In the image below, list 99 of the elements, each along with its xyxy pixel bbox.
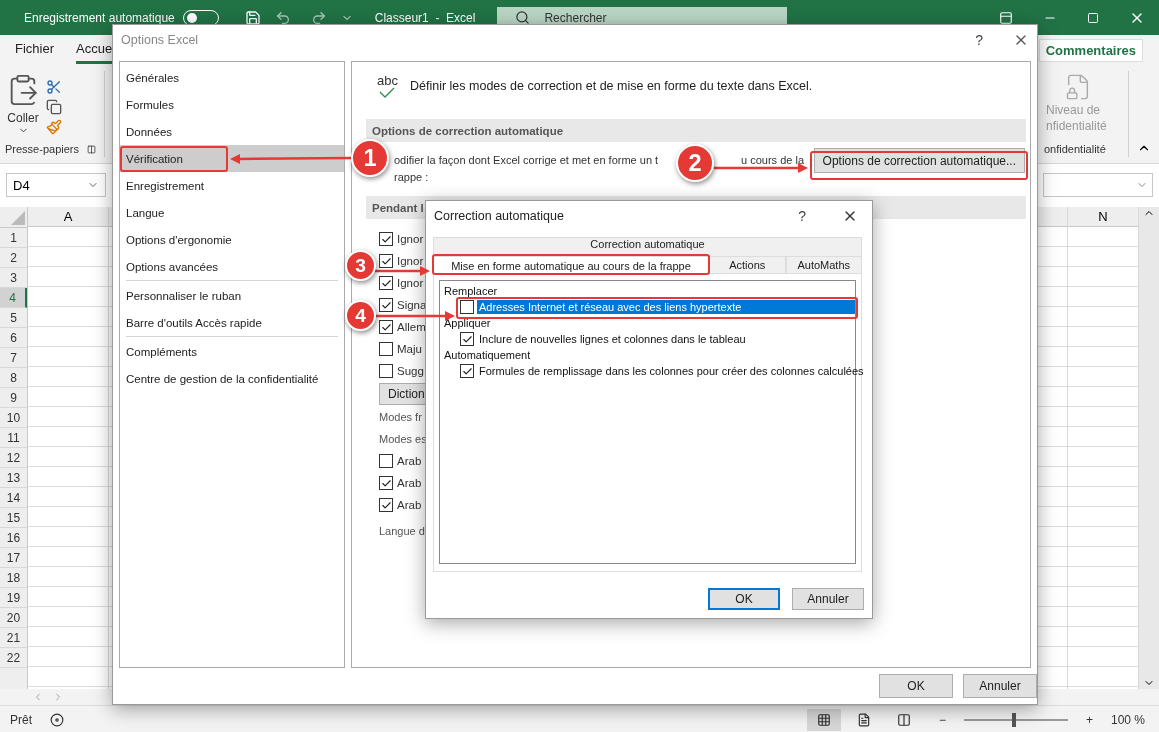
option-label: Langue d (379, 524, 426, 539)
name-box[interactable]: D4 (6, 173, 106, 197)
checkmark-icon (380, 499, 392, 511)
button-label: Niveau de (1046, 103, 1101, 117)
sidebar-item[interactable]: Centre de gestion de la confidentialité (120, 365, 344, 392)
checkbox[interactable] (379, 232, 393, 246)
checkmark-icon (380, 233, 392, 245)
checkbox-label: Arab (397, 499, 422, 511)
copy-icon[interactable] (46, 99, 62, 115)
option-label[interactable]: Formules de remplissage dans les colonnes pour créer des colonnes calculées (477, 364, 867, 378)
paste-button-label[interactable]: Coller (7, 111, 39, 125)
dialog-launcher-icon[interactable] (87, 144, 96, 154)
select-all-icon (11, 211, 25, 225)
option-label: Modes fr (379, 410, 423, 425)
dialog-button[interactable]: OK (879, 674, 953, 698)
sidebar-item[interactable]: Compléments (120, 338, 344, 365)
checkmark-icon (461, 365, 473, 377)
checkbox[interactable] (460, 332, 474, 346)
help-button[interactable]: ? (975, 32, 983, 48)
comments-button[interactable]: Commentaires (1038, 38, 1143, 62)
checkbox[interactable] (379, 498, 393, 512)
checkmark-icon (461, 333, 473, 345)
group-title: Remplacer (444, 284, 499, 299)
sidebar-item[interactable]: Formules (120, 91, 344, 118)
row-header[interactable]: 4 (0, 288, 27, 308)
checkbox[interactable] (379, 364, 393, 378)
dialog-button[interactable]: Annuler (792, 588, 864, 610)
macro-record-icon[interactable] (50, 712, 64, 727)
dialog-tab[interactable]: Correction automatique (433, 237, 862, 256)
option-label[interactable]: Inclure de nouvelles lignes et colonnes dans le tableau (477, 332, 749, 346)
description: odifier la façon dont Excel corrige et met en forme un t (394, 153, 659, 166)
option-label[interactable]: Adresses Internet et réseau avec des liens hypertexte (477, 300, 855, 314)
button-label: nfidentialité (1046, 119, 1107, 133)
checkbox[interactable] (379, 320, 393, 334)
dialog-title: Options Excel (121, 33, 199, 47)
zoom-level[interactable]: 100 % (1110, 712, 1145, 727)
status-text: Prêt (10, 712, 32, 727)
save-icon[interactable] (244, 9, 261, 26)
search-icon (515, 10, 531, 25)
redo-icon[interactable] (310, 9, 327, 26)
checkbox-label: Signa (397, 299, 427, 311)
sidebar-item[interactable]: Langue (120, 199, 344, 226)
checkmark-icon (380, 299, 392, 311)
column-header[interactable]: N (1068, 207, 1138, 227)
column-header[interactable]: A (28, 207, 108, 227)
slider-thumb[interactable] (1011, 712, 1016, 727)
pointer-arrow (375, 266, 430, 276)
sidebar-item[interactable]: Générales (120, 64, 344, 91)
cut-icon[interactable] (46, 79, 62, 95)
dialog-tab[interactable]: Actions (709, 256, 786, 274)
format-painter-icon[interactable] (46, 119, 62, 135)
checkbox-label: Ignor (397, 277, 424, 289)
checkbox-label: Arab (397, 477, 422, 489)
window-title: Classeur1 - Excel (374, 10, 476, 25)
dialog-button[interactable]: OK (708, 588, 780, 610)
checkmark-icon (380, 277, 392, 289)
undo-icon[interactable] (274, 9, 291, 26)
ribbon-tab[interactable]: Fichier (15, 36, 54, 64)
sidebar-item[interactable]: Personnaliser le ruban (120, 282, 344, 309)
checkbox-label: Sugg (397, 365, 424, 377)
checkbox[interactable] (379, 454, 393, 468)
description: rappe : (394, 170, 429, 183)
checkbox[interactable] (460, 364, 474, 378)
normal-view-icon[interactable] (806, 708, 841, 731)
checkbox-label: Arab (397, 455, 422, 467)
dialog-button[interactable]: Annuler (963, 674, 1037, 698)
sidebar-item[interactable]: Options d'ergonomie (120, 226, 344, 253)
autocorrect-options-button[interactable]: Options de correction automatique... (813, 148, 1025, 173)
group-label: Presse-papiers (5, 143, 79, 155)
checkbox[interactable] (379, 476, 393, 490)
scrollbar[interactable] (1139, 207, 1159, 689)
checkmark-icon (380, 321, 392, 333)
checkbox-label: Allem (397, 321, 426, 333)
checkmark-icon (380, 255, 392, 267)
zoom-in-button[interactable]: + (1085, 712, 1093, 727)
checkbox[interactable] (379, 254, 393, 268)
checkbox-label: Ignor (397, 255, 424, 267)
checkbox[interactable] (379, 342, 393, 356)
sidebar-item[interactable]: Barre d'outils Accès rapide (120, 309, 344, 336)
page-heading: Définir les modes de correction et de mise en forme du texte dans Excel. (409, 79, 813, 93)
checkbox-label: Ignor (397, 233, 424, 245)
description: u cours de la (741, 153, 804, 166)
dialog-tab[interactable]: AutoMaths (785, 256, 862, 274)
group-title: Appliquer (444, 316, 492, 331)
sidebar-item[interactable]: Données (120, 118, 344, 145)
section-header: Options de correction automatique (366, 119, 1026, 142)
sidebar-item[interactable]: Enregistrement (120, 172, 344, 199)
sidebar-item[interactable]: Options avancées (120, 253, 344, 280)
checkbox[interactable] (379, 298, 393, 312)
checkbox-label: Maju (397, 343, 422, 355)
ribbon-display-icon[interactable] (999, 10, 1013, 25)
zoom-out-button[interactable]: − (938, 712, 946, 727)
maximize-icon[interactable] (1087, 11, 1099, 24)
checkbox[interactable] (460, 300, 474, 314)
group-title: Automatiquement (444, 348, 532, 363)
checkmark-icon (380, 477, 392, 489)
group-label: onfidentialité (1044, 143, 1106, 155)
autosave-label: Enregistrement automatique (24, 10, 175, 25)
checkbox[interactable] (379, 276, 393, 290)
